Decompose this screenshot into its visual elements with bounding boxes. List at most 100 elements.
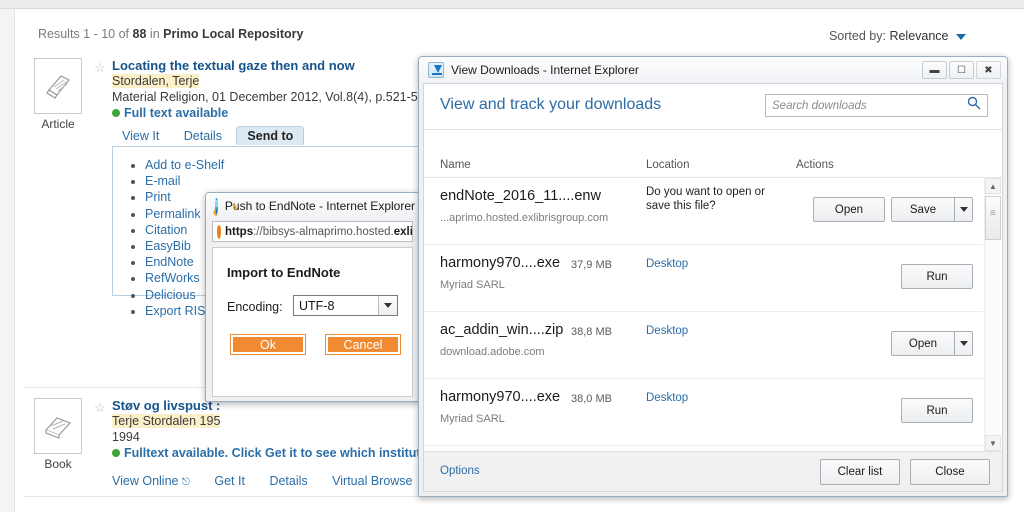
download-size: 38,0 MB: [571, 393, 612, 405]
tab-details[interactable]: Details: [174, 127, 232, 145]
download-location[interactable]: Desktop: [646, 392, 688, 404]
row-actions: Open Save: [813, 197, 973, 222]
open-button[interactable]: Open: [813, 197, 885, 222]
chevron-down-icon: [956, 33, 966, 40]
send-to-option[interactable]: Add to e-Shelf: [145, 157, 224, 173]
chevron-down-icon[interactable]: [378, 296, 397, 315]
download-source: ...aprimo.hosted.exlibrisgroup.com: [440, 212, 609, 224]
tab-send-to[interactable]: Send to: [236, 126, 305, 145]
results-prefix: Results: [38, 27, 80, 41]
download-publisher: Myriad SARL: [440, 279, 505, 291]
open-button[interactable]: Open: [891, 331, 954, 356]
search-icon[interactable]: [967, 96, 981, 115]
availability-dot-icon: [112, 109, 120, 117]
row-actions: Run: [901, 264, 973, 289]
scrollbar-thumb[interactable]: [985, 196, 1001, 240]
link-get-it[interactable]: Get It: [214, 474, 245, 488]
article-icon: [34, 58, 82, 114]
endnote-heading: Import to EndNote: [227, 265, 341, 280]
downloads-heading: View and track your downloads: [440, 96, 662, 113]
download-filename: harmony970....exe: [440, 255, 561, 271]
row-actions: Open: [891, 331, 973, 356]
result-type-label: Book: [44, 457, 72, 471]
encoding-select[interactable]: UTF-8: [293, 295, 398, 316]
options-link[interactable]: Options: [440, 465, 480, 477]
result-thumbnail-article: Article: [30, 58, 86, 131]
download-prompt: Do you want to open or save this file?: [646, 186, 765, 212]
link-virtual-browse[interactable]: Virtual Browse: [332, 474, 412, 488]
link-details[interactable]: Details: [269, 474, 307, 488]
save-dropdown-arrow-icon[interactable]: [954, 197, 973, 222]
downloads-window-title: View Downloads - Internet Explorer: [451, 63, 639, 77]
downloads-scrollbar[interactable]: ▲ ▼: [984, 178, 1001, 451]
push-to-endnote-window: Push to EndNote - Internet Explorer http…: [205, 192, 420, 402]
download-size: 38,8 MB: [571, 326, 612, 338]
column-header-name: Name: [440, 159, 471, 171]
favorite-star-icon[interactable]: ☆: [94, 60, 106, 76]
table-row[interactable]: ac_addin_win....zip 38,8 MB download.ado…: [424, 312, 983, 379]
security-icon: [217, 224, 221, 239]
clear-list-button[interactable]: Clear list: [820, 459, 900, 485]
open-dropdown-arrow-icon[interactable]: [954, 331, 973, 356]
download-size: 37,9 MB: [571, 259, 612, 271]
favorite-star-icon[interactable]: ☆: [94, 400, 106, 416]
endnote-dialog-body: Import to EndNote Encoding: UTF-8 Ok Can…: [212, 247, 413, 397]
run-button[interactable]: Run: [901, 398, 973, 423]
browser-top-strip: [0, 0, 1024, 9]
download-filename: harmony970....exe: [440, 389, 561, 405]
endnote-window-titlebar[interactable]: Push to EndNote - Internet Explorer: [206, 193, 419, 219]
table-row[interactable]: endNote_2016_11....enw ...aprimo.hosted.…: [424, 178, 983, 245]
external-link-icon: ⎋: [181, 477, 190, 488]
sort-control[interactable]: Sorted by: Relevance: [829, 29, 966, 43]
run-button[interactable]: Run: [901, 264, 973, 289]
internet-explorer-icon: [215, 198, 218, 214]
close-icon[interactable]: ✖: [976, 61, 1001, 79]
downloads-header: View and track your downloads Search dow…: [424, 84, 1002, 130]
window-controls: ▬ ☐ ✖: [922, 61, 1003, 79]
availability-dot-icon: [112, 449, 120, 457]
footer-buttons: Clear list Close: [820, 459, 990, 485]
download-filename: ac_addin_win....zip: [440, 322, 564, 338]
download-publisher: Myriad SARL: [440, 413, 505, 425]
results-in: in: [149, 27, 160, 41]
screen: Results 1 - 10 of 88 in Primo Local Repo…: [0, 0, 1024, 512]
book-icon: [34, 398, 82, 454]
table-row[interactable]: harmony970....exe 38,0 MB Myriad SARL De…: [424, 379, 983, 446]
ok-button[interactable]: Ok: [230, 334, 306, 355]
downloads-column-headers: Name Location Actions: [424, 154, 1002, 178]
tab-view-it[interactable]: View It: [112, 127, 169, 145]
table-row[interactable]: harmony970....exe 37,9 MB Myriad SARL De…: [424, 245, 983, 312]
restore-button[interactable]: ☐: [949, 61, 974, 79]
send-to-option[interactable]: E-mail: [145, 173, 224, 189]
row-actions: Run: [901, 398, 973, 423]
repository-name: Primo Local Repository: [163, 27, 304, 41]
column-header-actions: Actions: [796, 159, 834, 171]
endnote-dialog-buttons: Ok Cancel: [230, 334, 401, 355]
cancel-button[interactable]: Cancel: [325, 334, 401, 355]
download-location[interactable]: Desktop: [646, 325, 688, 337]
scroll-up-arrow-icon[interactable]: ▲: [985, 178, 1001, 194]
download-location[interactable]: Desktop: [646, 258, 688, 270]
scroll-down-arrow-icon[interactable]: ▼: [985, 435, 1001, 451]
downloads-list-area: Name Location Actions endNote_2016_11...…: [424, 154, 1002, 451]
downloads-content: View and track your downloads Search dow…: [423, 83, 1003, 492]
result-type-label: Article: [41, 117, 75, 131]
download-source: download.adobe.com: [440, 346, 545, 358]
minimize-button[interactable]: ▬: [922, 61, 947, 79]
column-header-location: Location: [646, 159, 690, 171]
result-divider: [24, 496, 424, 497]
results-count-bar: Results 1 - 10 of 88 in Primo Local Repo…: [38, 27, 303, 41]
address-bar[interactable]: https://bibsys-almaprimo.hosted.exli: [212, 221, 413, 242]
downloads-window-titlebar[interactable]: View Downloads - Internet Explorer ▬ ☐ ✖: [419, 57, 1007, 83]
address-bar-url: https://bibsys-almaprimo.hosted.exli: [225, 225, 413, 238]
downloads-footer: Options Clear list Close: [424, 451, 1002, 491]
close-button[interactable]: Close: [910, 459, 990, 485]
sorted-by-value: Relevance: [889, 29, 949, 43]
downloads-rows: endNote_2016_11....enw ...aprimo.hosted.…: [424, 178, 983, 451]
download-filename: endNote_2016_11....enw: [440, 188, 601, 204]
save-button[interactable]: Save: [891, 197, 954, 222]
endnote-window-title: Push to EndNote - Internet Explorer: [224, 199, 415, 213]
search-placeholder: Search downloads: [772, 99, 867, 112]
search-input[interactable]: Search downloads: [765, 94, 988, 117]
link-view-online[interactable]: View Online ⎋: [112, 474, 190, 488]
